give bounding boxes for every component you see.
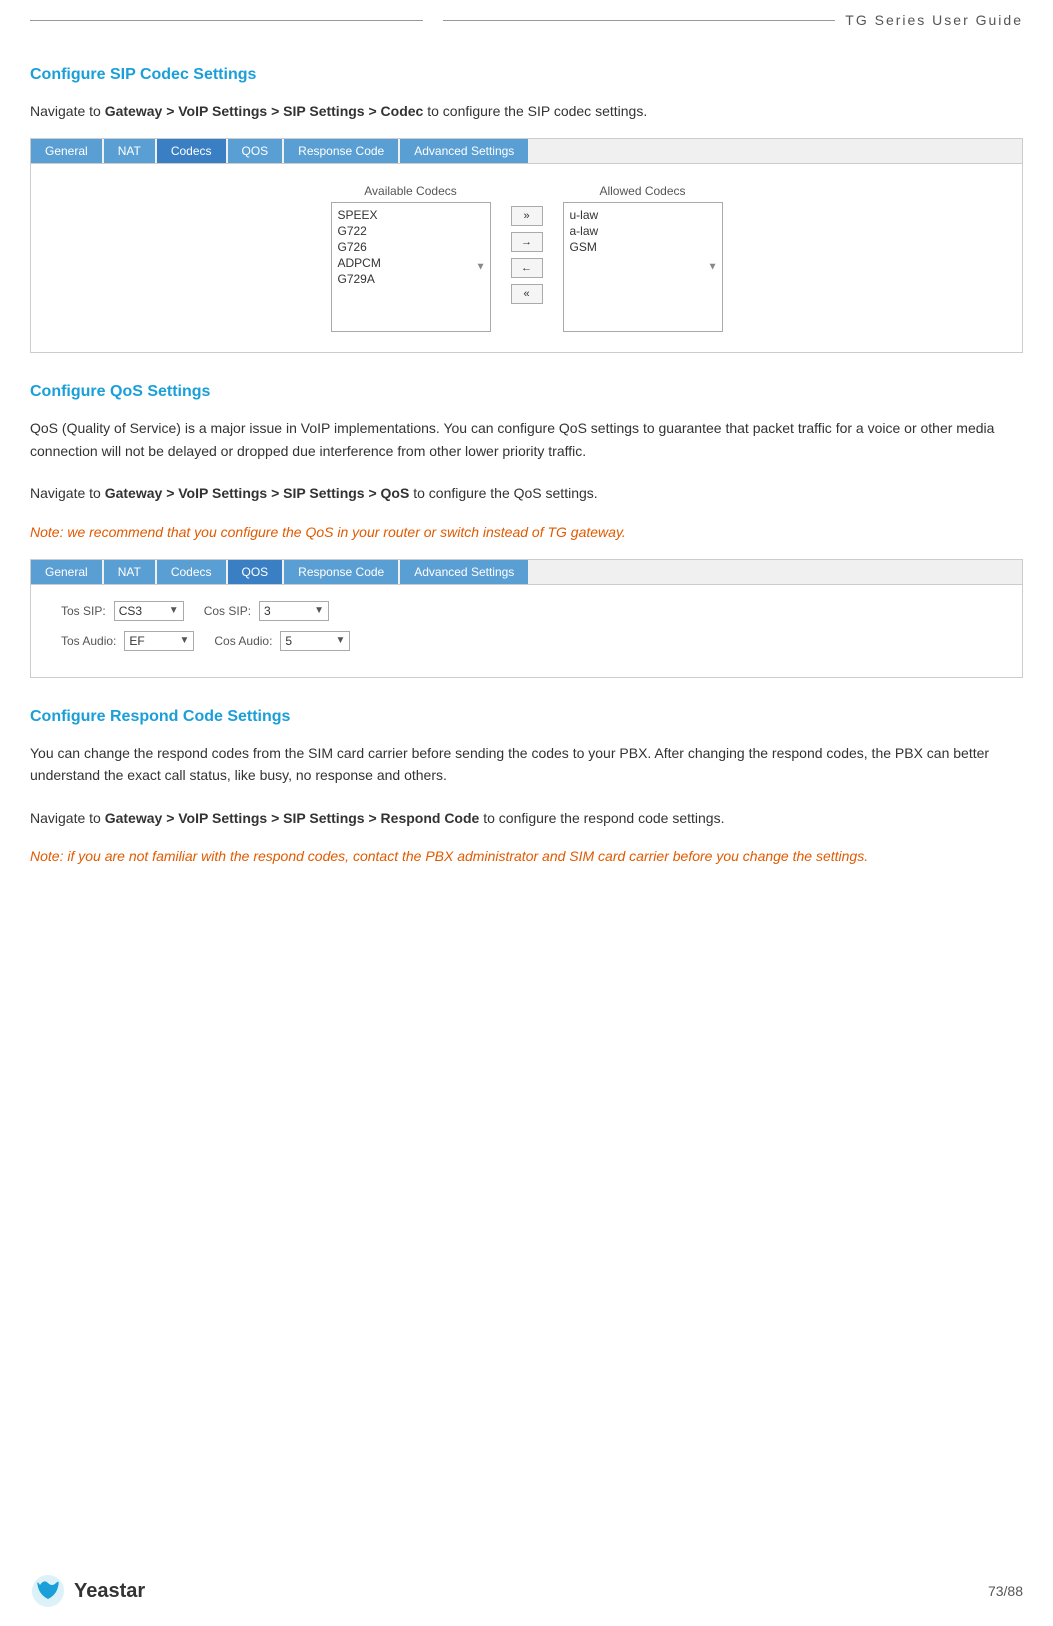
tab-response-code-codec[interactable]: Response Code [284, 139, 398, 163]
page-header: TG Series User Guide [0, 0, 1053, 36]
qos-row-2: Tos Audio: EF ▼ Cos Audio: 5 ▼ [61, 631, 992, 651]
tos-sip-label: Tos SIP: [61, 604, 106, 618]
tab-qos-codec[interactable]: QOS [228, 139, 283, 163]
respond-nav-instruction: Navigate to Gateway > VoIP Settings > SI… [30, 807, 1023, 829]
logo-text: Yeastar [74, 1580, 145, 1603]
cos-sip-field: Cos SIP: 3 ▼ [204, 601, 329, 621]
tos-audio-label: Tos Audio: [61, 634, 116, 648]
tos-sip-arrow: ▼ [169, 605, 179, 616]
page-number: 73/88 [988, 1583, 1023, 1599]
codec-adpcm: ADPCM [336, 255, 486, 271]
codec-transfer-buttons: » → ← « [511, 184, 543, 304]
scroll-indicator-allowed: ▼ [708, 262, 718, 273]
cos-sip-arrow: ▼ [314, 605, 324, 616]
header-line-1 [30, 20, 423, 21]
allowed-codecs-column: Allowed Codecs u-law a-law GSM ▼ [563, 184, 723, 332]
respond-nav-prefix: Navigate to [30, 810, 105, 826]
btn-left[interactable]: ← [511, 258, 543, 278]
cos-audio-field: Cos Audio: 5 ▼ [214, 631, 350, 651]
header-line-2 [443, 20, 836, 21]
codec-ui-panel: General NAT Codecs QOS Response Code Adv… [30, 138, 1023, 353]
respond-section-title: Configure Respond Code Settings [30, 708, 1023, 726]
qos-nav-bold: Gateway > VoIP Settings > SIP Settings >… [105, 485, 410, 501]
codec-ulaw: u-law [568, 207, 718, 223]
btn-right[interactable]: → [511, 232, 543, 252]
tos-audio-value: EF [129, 634, 144, 648]
tab-general-codec[interactable]: General [31, 139, 102, 163]
tab-advanced-settings-codec[interactable]: Advanced Settings [400, 139, 528, 163]
tab-general-qos[interactable]: General [31, 560, 102, 584]
tab-qos[interactable]: QOS [228, 560, 283, 584]
tos-audio-arrow: ▼ [179, 635, 189, 646]
cos-sip-select[interactable]: 3 ▼ [259, 601, 329, 621]
codec-g722: G722 [336, 223, 486, 239]
qos-nav-prefix: Navigate to [30, 485, 105, 501]
qos-tab-bar: General NAT Codecs QOS Response Code Adv… [31, 560, 1022, 585]
logo-container: Yeastar [30, 1573, 145, 1609]
btn-double-right[interactable]: » [511, 206, 543, 226]
tos-audio-select[interactable]: EF ▼ [124, 631, 194, 651]
page-footer: Yeastar 73/88 [0, 1556, 1053, 1626]
qos-body1: QoS (Quality of Service) is a major issu… [30, 417, 1023, 462]
codec-nav-instruction: Navigate to Gateway > VoIP Settings > SI… [30, 100, 1023, 122]
tab-response-code-qos[interactable]: Response Code [284, 560, 398, 584]
qos-note: Note: we recommend that you configure th… [30, 521, 1023, 543]
tab-advanced-settings-qos[interactable]: Advanced Settings [400, 560, 528, 584]
tab-nat-qos[interactable]: NAT [104, 560, 155, 584]
codec-g729a: G729A [336, 271, 486, 287]
respond-body1: You can change the respond codes from th… [30, 742, 1023, 787]
codec-section-title: Configure SIP Codec Settings [30, 66, 1023, 84]
allowed-codecs-list[interactable]: u-law a-law GSM ▼ [563, 202, 723, 332]
tos-sip-value: CS3 [119, 604, 142, 618]
qos-ui-panel: General NAT Codecs QOS Response Code Adv… [30, 559, 1023, 678]
codec-nav-bold: Gateway > VoIP Settings > SIP Settings >… [105, 103, 424, 119]
cos-audio-arrow: ▼ [336, 635, 346, 646]
qos-nav-suffix: to configure the QoS settings. [409, 485, 597, 501]
tos-audio-field: Tos Audio: EF ▼ [61, 631, 194, 651]
tos-sip-field: Tos SIP: CS3 ▼ [61, 601, 184, 621]
qos-row-1: Tos SIP: CS3 ▼ Cos SIP: 3 ▼ [61, 601, 992, 621]
codec-nav-suffix: to configure the SIP codec settings. [423, 103, 647, 119]
document-title: TG Series User Guide [845, 12, 1023, 28]
codec-alaw: a-law [568, 223, 718, 239]
qos-nav-instruction: Navigate to Gateway > VoIP Settings > SI… [30, 482, 1023, 504]
tab-codecs[interactable]: Codecs [157, 139, 226, 163]
page-content: Configure SIP Codec Settings Navigate to… [0, 36, 1053, 964]
available-codecs-column: Available Codecs SPEEX G722 G726 ADPCM G… [331, 184, 491, 332]
yeastar-logo-icon [30, 1573, 66, 1609]
respond-note: Note: if you are not familiar with the r… [30, 845, 1023, 867]
codec-tab-bar: General NAT Codecs QOS Response Code Adv… [31, 139, 1022, 164]
allowed-codecs-label: Allowed Codecs [563, 184, 723, 198]
respond-nav-suffix: to configure the respond code settings. [479, 810, 724, 826]
cos-audio-label: Cos Audio: [214, 634, 272, 648]
codec-panel-content: Available Codecs SPEEX G722 G726 ADPCM G… [31, 164, 1022, 352]
cos-sip-label: Cos SIP: [204, 604, 251, 618]
scroll-indicator-available: ▼ [476, 262, 486, 273]
codec-columns: Available Codecs SPEEX G722 G726 ADPCM G… [331, 184, 723, 332]
codec-speex: SPEEX [336, 207, 486, 223]
codec-g726: G726 [336, 239, 486, 255]
respond-nav-bold: Gateway > VoIP Settings > SIP Settings >… [105, 810, 480, 826]
tab-codecs-qos[interactable]: Codecs [157, 560, 226, 584]
btn-double-left[interactable]: « [511, 284, 543, 304]
tos-sip-select[interactable]: CS3 ▼ [114, 601, 184, 621]
cos-audio-select[interactable]: 5 ▼ [280, 631, 350, 651]
available-codecs-list[interactable]: SPEEX G722 G726 ADPCM G729A ▼ [331, 202, 491, 332]
tab-nat-codec[interactable]: NAT [104, 139, 155, 163]
cos-sip-value: 3 [264, 604, 271, 618]
qos-panel-content: Tos SIP: CS3 ▼ Cos SIP: 3 ▼ Tos Audio: [31, 585, 1022, 677]
codec-gsm: GSM [568, 239, 718, 255]
qos-section-title: Configure QoS Settings [30, 383, 1023, 401]
cos-audio-value: 5 [285, 634, 292, 648]
available-codecs-label: Available Codecs [331, 184, 491, 198]
codec-nav-prefix: Navigate to [30, 103, 105, 119]
